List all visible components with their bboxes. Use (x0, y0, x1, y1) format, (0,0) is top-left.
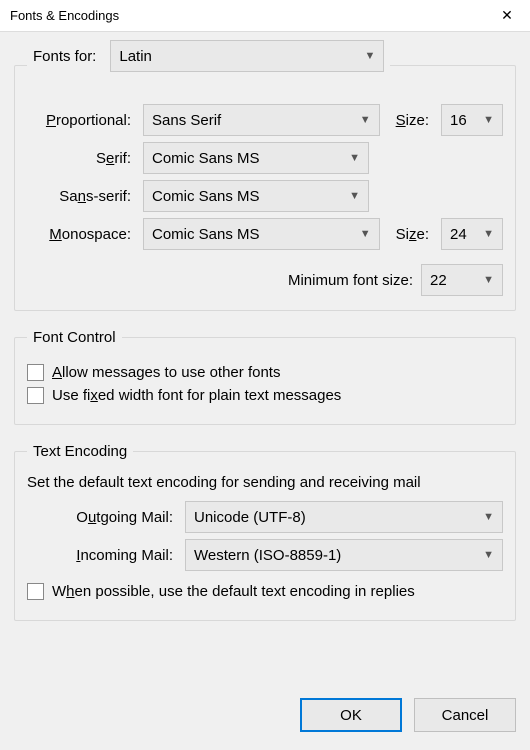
outgoing-value: Unicode (UTF-8) (194, 509, 306, 526)
chevron-down-icon: ▼ (483, 114, 494, 126)
chevron-down-icon: ▼ (349, 190, 360, 202)
chevron-down-icon: ▼ (483, 274, 494, 286)
incoming-row: Incoming Mail: Western (ISO-8859-1) ▼ (27, 539, 503, 571)
incoming-select[interactable]: Western (ISO-8859-1) ▼ (185, 539, 503, 571)
min-font-label: Minimum font size: (288, 272, 413, 289)
proportional-value: Sans Serif (152, 112, 221, 129)
allow-other-label: Allow messages to use other fonts (52, 364, 280, 381)
font-control-legend: Font Control (27, 329, 122, 346)
proportional-select[interactable]: Sans Serif ▼ (143, 104, 380, 136)
fonts-for-value: Latin (119, 48, 152, 65)
when-possible-checkbox[interactable] (27, 583, 44, 600)
sans-serif-select[interactable]: Comic Sans MS ▼ (143, 180, 369, 212)
chevron-down-icon: ▼ (364, 50, 375, 62)
fixed-width-row[interactable]: Use fixed width font for plain text mess… (27, 387, 503, 404)
allow-other-checkbox[interactable] (27, 364, 44, 381)
serif-select[interactable]: Comic Sans MS ▼ (143, 142, 369, 174)
min-font-value: 22 (430, 272, 447, 289)
fonts-for-legend: Fonts for: Latin ▼ (27, 44, 390, 86)
incoming-label: Incoming Mail: (27, 547, 177, 564)
close-button[interactable]: ✕ (484, 0, 530, 32)
monospace-select[interactable]: Comic Sans MS ▼ (143, 218, 380, 250)
chevron-down-icon: ▼ (483, 549, 494, 561)
window-title: Fonts & Encodings (10, 8, 119, 23)
fonts-group: Fonts for: Latin ▼ Proportional: Sans Se… (14, 44, 516, 311)
ok-button[interactable]: OK (300, 698, 402, 732)
fonts-for-label: Fonts for: (33, 48, 102, 65)
outgoing-select[interactable]: Unicode (UTF-8) ▼ (185, 501, 503, 533)
monospace-size-select[interactable]: 24 ▼ (441, 218, 503, 250)
proportional-size-label: Size: (388, 112, 433, 129)
serif-row: Serif: Comic Sans MS ▼ (27, 142, 503, 174)
outgoing-row: Outgoing Mail: Unicode (UTF-8) ▼ (27, 501, 503, 533)
allow-other-row[interactable]: Allow messages to use other fonts (27, 364, 503, 381)
fonts-for-select[interactable]: Latin ▼ (110, 40, 384, 72)
titlebar: Fonts & Encodings ✕ (0, 0, 530, 32)
font-control-group: Font Control Allow messages to use other… (14, 329, 516, 425)
proportional-size-value: 16 (450, 112, 467, 129)
fixed-width-checkbox[interactable] (27, 387, 44, 404)
sans-serif-row: Sans-serif: Comic Sans MS ▼ (27, 180, 503, 212)
outgoing-label: Outgoing Mail: (27, 509, 177, 526)
text-encoding-group: Text Encoding Set the default text encod… (14, 443, 516, 621)
proportional-size-select[interactable]: 16 ▼ (441, 104, 503, 136)
monospace-row: Monospace: Comic Sans MS ▼ Size: 24 ▼ (27, 218, 503, 250)
chevron-down-icon: ▼ (483, 228, 494, 240)
encoding-desc: Set the default text encoding for sendin… (27, 474, 503, 491)
cancel-button[interactable]: Cancel (414, 698, 516, 732)
min-font-row: Minimum font size: 22 ▼ (27, 264, 503, 296)
monospace-value: Comic Sans MS (152, 226, 260, 243)
incoming-value: Western (ISO-8859-1) (194, 547, 341, 564)
when-possible-row[interactable]: When possible, use the default text enco… (27, 583, 503, 600)
text-encoding-legend: Text Encoding (27, 443, 133, 460)
serif-label: Serif: (27, 150, 135, 167)
chevron-down-icon: ▼ (349, 152, 360, 164)
monospace-size-value: 24 (450, 226, 467, 243)
min-font-select[interactable]: 22 ▼ (421, 264, 503, 296)
close-icon: ✕ (501, 7, 513, 24)
serif-value: Comic Sans MS (152, 150, 260, 167)
when-possible-label: When possible, use the default text enco… (52, 583, 415, 600)
proportional-row: Proportional: Sans Serif ▼ Size: 16 ▼ (27, 104, 503, 136)
chevron-down-icon: ▼ (483, 511, 494, 523)
sans-serif-value: Comic Sans MS (152, 188, 260, 205)
sans-serif-label: Sans-serif: (27, 188, 135, 205)
chevron-down-icon: ▼ (360, 228, 371, 240)
monospace-size-label: Size: (388, 226, 433, 243)
proportional-label: Proportional: (27, 112, 135, 129)
dialog-buttons: OK Cancel (300, 698, 516, 732)
fixed-width-label: Use fixed width font for plain text mess… (52, 387, 341, 404)
dialog-content: Fonts for: Latin ▼ Proportional: Sans Se… (0, 32, 530, 621)
monospace-label: Monospace: (27, 226, 135, 243)
chevron-down-icon: ▼ (360, 114, 371, 126)
